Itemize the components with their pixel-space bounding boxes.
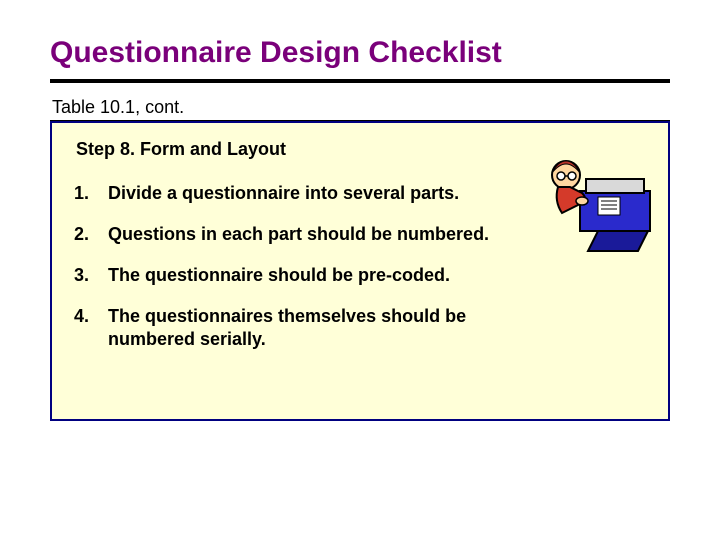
copier-clipart-icon bbox=[528, 151, 658, 261]
page-title: Questionnaire Design Checklist bbox=[50, 36, 670, 69]
table-reference: Table 10.1, cont. bbox=[52, 97, 670, 118]
list-item: Questions in each part should be numbere… bbox=[74, 223, 538, 246]
content-box: Step 8. Form and Layout Divide a questio… bbox=[50, 121, 670, 421]
title-underline bbox=[50, 79, 670, 83]
list-item: The questionnaire should be pre-coded. bbox=[74, 264, 628, 287]
list-item: The questionnaires themselves should be … bbox=[74, 305, 538, 351]
slide: Questionnaire Design Checklist Table 10.… bbox=[0, 0, 720, 540]
